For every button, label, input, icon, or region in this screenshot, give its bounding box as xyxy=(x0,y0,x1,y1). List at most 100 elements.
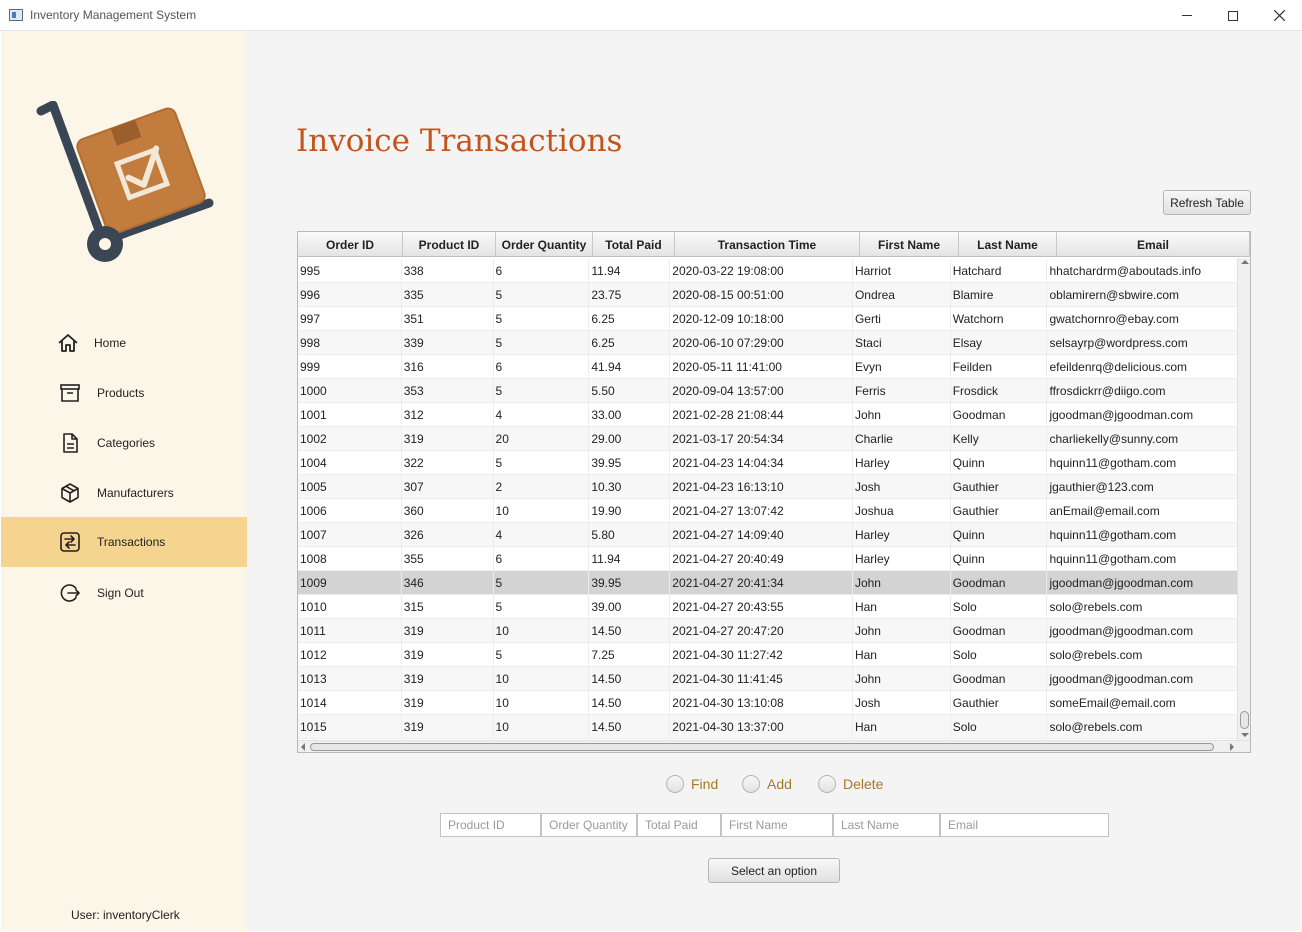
table-cell: 10 xyxy=(494,499,590,523)
table-cell: 2020-12-09 10:18:00 xyxy=(670,307,853,331)
scroll-down-icon[interactable] xyxy=(1241,733,1249,737)
table-cell: 2021-03-17 20:54:34 xyxy=(670,427,853,451)
table-row[interactable]: 1012 319 5 7.25 2021-04-30 11:27:42 Han Solo so… xyxy=(298,643,1239,667)
column-header-order-quantity[interactable]: Order Quantity xyxy=(496,232,593,257)
table-cell: Harley xyxy=(853,451,951,475)
table-row[interactable]: 1011 319 10 14.50 2021-04-27 20:47:20 John Goo… xyxy=(298,619,1239,643)
table-cell: 2021-04-27 20:40:49 xyxy=(670,547,853,571)
radio-circle[interactable] xyxy=(818,775,836,793)
horizontal-scroll-thumb[interactable] xyxy=(310,743,1214,751)
order-quantity-input[interactable] xyxy=(541,813,637,837)
column-header-last-name[interactable]: Last Name xyxy=(959,232,1057,257)
column-header-email[interactable]: Email xyxy=(1057,232,1250,257)
email-input[interactable] xyxy=(940,813,1109,837)
table-cell: Feilden xyxy=(951,355,1048,379)
total-paid-input[interactable] xyxy=(637,813,721,837)
table-cell: 2020-09-04 13:57:00 xyxy=(670,379,853,403)
sidebar-item-home[interactable]: Home xyxy=(1,318,247,368)
table-cell: 2021-04-27 20:41:34 xyxy=(670,571,853,595)
vertical-scrollbar[interactable] xyxy=(1237,258,1250,740)
table-cell: 29.00 xyxy=(589,427,671,451)
table-cell: 10 xyxy=(494,715,590,739)
table-cell: Han xyxy=(853,595,951,619)
vertical-scroll-thumb[interactable] xyxy=(1240,711,1249,729)
table-row[interactable]: 1010 315 5 39.00 2021-04-27 20:43:55 Han Solo s… xyxy=(298,595,1239,619)
table-cell: 5.80 xyxy=(589,523,671,547)
table-cell: jgoodman@jgoodman.com xyxy=(1047,667,1239,691)
table-row[interactable]: 1001 312 4 33.00 2021-02-28 21:08:44 John Good… xyxy=(298,403,1239,427)
sidebar-item-sign-out[interactable]: Sign Out xyxy=(1,568,247,618)
table-row[interactable]: 995 338 6 11.94 2020-03-22 19:08:00 Harriot Ha… xyxy=(298,259,1239,283)
close-button[interactable] xyxy=(1256,0,1302,31)
table-row[interactable]: 1013 319 10 14.50 2021-04-30 11:41:45 John Goo… xyxy=(298,667,1239,691)
sidebar: Home Products Categories Manufacturers T… xyxy=(1,31,247,931)
table-cell: charliekelly@sunny.com xyxy=(1047,427,1239,451)
minimize-button[interactable] xyxy=(1164,0,1210,31)
table-cell: Quinn xyxy=(951,451,1048,475)
radio-label: Add xyxy=(767,776,792,792)
table-cell: 11.94 xyxy=(589,547,671,571)
table-cell: 10.30 xyxy=(589,475,671,499)
last-name-input[interactable] xyxy=(833,813,940,837)
table-cell: 2020-06-10 07:29:00 xyxy=(670,331,853,355)
table-cell: John xyxy=(853,571,951,595)
main-content: Invoice Transactions Refresh Table Order… xyxy=(247,31,1301,931)
table-cell: anEmail@email.com xyxy=(1047,499,1239,523)
column-header-transaction-time[interactable]: Transaction Time xyxy=(675,232,860,257)
table-row[interactable]: 997 351 5 6.25 2020-12-09 10:18:00 Gerti Watch… xyxy=(298,307,1239,331)
table-row[interactable]: 999 316 6 41.94 2020-05-11 11:41:00 Evyn Feild… xyxy=(298,355,1239,379)
column-header-product-id[interactable]: Product ID xyxy=(403,232,496,257)
add-radio[interactable]: Add xyxy=(742,775,792,793)
table-cell: jgoodman@jgoodman.com xyxy=(1047,571,1239,595)
column-header-first-name[interactable]: First Name xyxy=(860,232,959,257)
select-option-button[interactable]: Select an option xyxy=(708,858,840,883)
column-header-order-id[interactable]: Order ID xyxy=(298,232,403,257)
maximize-button[interactable] xyxy=(1210,0,1256,31)
table-cell: 1012 xyxy=(298,643,402,667)
scroll-up-icon[interactable] xyxy=(1241,260,1249,264)
sidebar-item-transactions[interactable]: Transactions xyxy=(1,517,247,567)
table-row[interactable]: 996 335 5 23.75 2020-08-15 00:51:00 Ondrea Bla… xyxy=(298,283,1239,307)
table-cell: 307 xyxy=(402,475,494,499)
sidebar-item-manufacturers[interactable]: Manufacturers xyxy=(1,468,247,518)
table-row[interactable]: 1015 319 10 14.50 2021-04-30 13:37:00 Han Solo… xyxy=(298,715,1239,739)
table-row[interactable]: 1004 322 5 39.95 2021-04-23 14:04:34 Harley Qu… xyxy=(298,451,1239,475)
table-row[interactable]: 1002 319 20 29.00 2021-03-17 20:54:34 Charlie… xyxy=(298,427,1239,451)
table-row[interactable]: 1005 307 2 10.30 2021-04-23 16:13:10 Josh Gaut… xyxy=(298,475,1239,499)
table-row[interactable]: 1008 355 6 11.94 2021-04-27 20:40:49 Harley Qu… xyxy=(298,547,1239,571)
table-cell: solo@rebels.com xyxy=(1047,595,1239,619)
table-cell: jgoodman@jgoodman.com xyxy=(1047,403,1239,427)
sign-out-icon xyxy=(58,581,82,605)
archive-box-icon xyxy=(58,381,82,405)
table-row[interactable]: 1014 319 10 14.50 2021-04-30 13:10:08 Josh Gau… xyxy=(298,691,1239,715)
table-row[interactable]: 1000 353 5 5.50 2020-09-04 13:57:00 Ferris Fro… xyxy=(298,379,1239,403)
refresh-table-button[interactable]: Refresh Table xyxy=(1163,190,1251,215)
table-cell: 5 xyxy=(494,571,590,595)
table-cell: 23.75 xyxy=(589,283,671,307)
scroll-right-icon[interactable] xyxy=(1230,743,1234,751)
table-cell: 19.90 xyxy=(589,499,671,523)
radio-circle[interactable] xyxy=(666,775,684,793)
table-cell: 5 xyxy=(494,451,590,475)
sidebar-item-products[interactable]: Products xyxy=(1,368,247,418)
table-cell: 355 xyxy=(402,547,494,571)
first-name-input[interactable] xyxy=(721,813,833,837)
table-cell: 1008 xyxy=(298,547,402,571)
find-radio[interactable]: Find xyxy=(666,775,718,793)
table-row[interactable]: 1007 326 4 5.80 2021-04-27 14:09:40 Harley Qui… xyxy=(298,523,1239,547)
radio-circle[interactable] xyxy=(742,775,760,793)
table-row[interactable]: 1009 346 5 39.95 2021-04-27 20:41:34 John Good… xyxy=(298,571,1239,595)
sidebar-item-categories[interactable]: Categories xyxy=(1,418,247,468)
delete-radio[interactable]: Delete xyxy=(818,775,883,793)
table-row[interactable]: 998 339 5 6.25 2020-06-10 07:29:00 Staci Elsay… xyxy=(298,331,1239,355)
table-cell: Staci xyxy=(853,331,951,355)
table-cell: Ferris xyxy=(853,379,951,403)
table-row[interactable]: 1006 360 10 19.90 2021-04-27 13:07:42 Joshua G… xyxy=(298,499,1239,523)
table-cell: 39.95 xyxy=(589,451,671,475)
horizontal-scrollbar[interactable] xyxy=(298,740,1250,752)
table-cell: 1002 xyxy=(298,427,402,451)
scroll-left-icon[interactable] xyxy=(301,743,305,751)
product-id-input[interactable] xyxy=(440,813,541,837)
table-cell: 316 xyxy=(402,355,494,379)
column-header-total-paid[interactable]: Total Paid xyxy=(593,232,675,257)
